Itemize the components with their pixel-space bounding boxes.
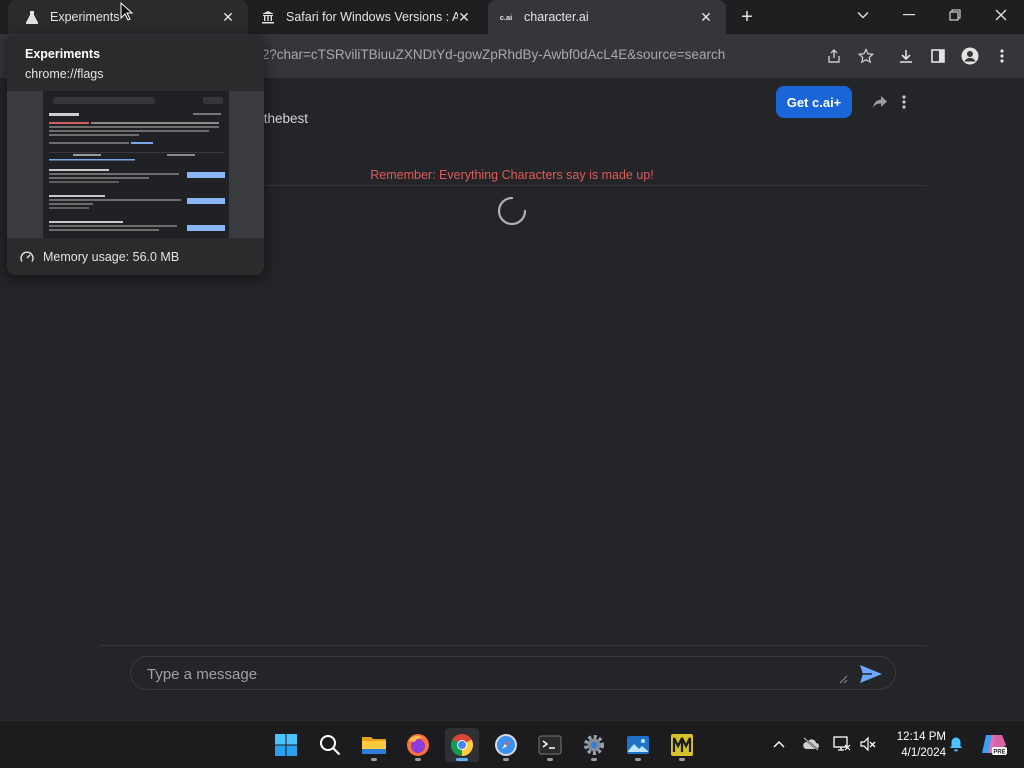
copilot-pre-icon[interactable]: PRE [979,734,1009,756]
restore-icon[interactable] [932,0,978,30]
search-icon[interactable] [313,728,347,762]
flags-page-preview-image [43,91,229,238]
tab-character-ai[interactable]: c.ai character.ai ✕ [488,0,726,34]
file-explorer-icon[interactable] [357,728,391,762]
tab-label: Safari for Windows Versions : Ap [286,10,458,24]
firefox-icon[interactable] [401,728,435,762]
taskbar-clock[interactable]: 12:14 PM 4/1/2024 [884,729,946,761]
share-arrow-icon[interactable] [870,92,890,112]
photos-icon[interactable] [621,728,655,762]
show-hidden-icons-chevron-icon[interactable] [769,734,789,754]
loading-spinner-icon [497,196,527,226]
safari-icon[interactable] [489,728,523,762]
taskbar: 12:14 PM 4/1/2024 PRE [0,720,1024,768]
tab-strip: Experiments ✕ Safari for Windows Version… [0,0,1024,34]
address-bar-url[interactable]: t2?char=cTSRviliTBiuuZXNDtYd-gowZpRhdBy-… [258,47,725,62]
cai-favicon: c.ai [499,12,513,22]
memory-gauge-icon [19,249,35,265]
tab-hover-card: Experiments chrome://flags Memory usage:… [7,35,264,275]
chrome-icon[interactable] [445,728,479,762]
close-window-icon[interactable] [978,0,1024,30]
terminal-icon[interactable] [533,728,567,762]
mouse-cursor-icon [120,2,134,21]
side-panel-icon[interactable] [926,44,950,68]
archive-building-icon [260,9,276,25]
volume-muted-icon[interactable] [858,734,878,754]
download-icon[interactable] [894,44,918,68]
onedrive-cloud-off-icon[interactable] [801,734,821,754]
message-input[interactable] [147,664,827,684]
more-options-icon[interactable] [894,92,914,112]
tab-search-chevron-icon[interactable] [840,0,886,30]
close-tab-icon[interactable]: ✕ [220,9,236,25]
new-tab-button[interactable]: + [736,6,758,28]
character-author[interactable]: ythebest [257,111,308,126]
profile-avatar-icon[interactable] [958,44,982,68]
close-tab-icon[interactable]: ✕ [456,9,472,25]
memory-usage-row: Memory usage: 56.0 MB [7,238,264,275]
bookmark-star-icon[interactable] [854,44,878,68]
send-icon[interactable] [858,663,884,685]
svg-text:PRE: PRE [993,750,1005,756]
tab-preview-thumbnail [7,91,264,238]
share-page-icon[interactable] [822,44,846,68]
flask-icon [24,9,40,25]
tab-label: Experiments [50,10,120,24]
app-m-icon[interactable] [665,728,699,762]
settings-gear-icon[interactable] [577,728,611,762]
clock-time: 12:14 PM [896,731,946,743]
browser-menu-icon[interactable] [990,44,1014,68]
memory-usage-label: Memory usage: 56.0 MB [43,249,180,264]
message-composer [130,656,896,690]
minimize-icon[interactable] [886,0,932,30]
notification-bell-icon[interactable] [946,734,966,754]
hover-card-title: Experiments [25,47,101,61]
hover-card-url: chrome://flags [25,67,104,81]
windows-start-icon[interactable] [269,728,303,762]
network-display-icon[interactable] [832,734,852,754]
clock-date: 4/1/2024 [901,747,946,759]
tab-safari-versions[interactable]: Safari for Windows Versions : Ap ✕ [250,0,484,34]
tab-label: character.ai [524,10,589,24]
resize-grip-icon[interactable] [836,672,848,684]
composer-divider [100,645,926,646]
get-cai-plus-button[interactable]: Get c.ai+ [776,86,852,118]
close-tab-icon[interactable]: ✕ [698,9,714,25]
